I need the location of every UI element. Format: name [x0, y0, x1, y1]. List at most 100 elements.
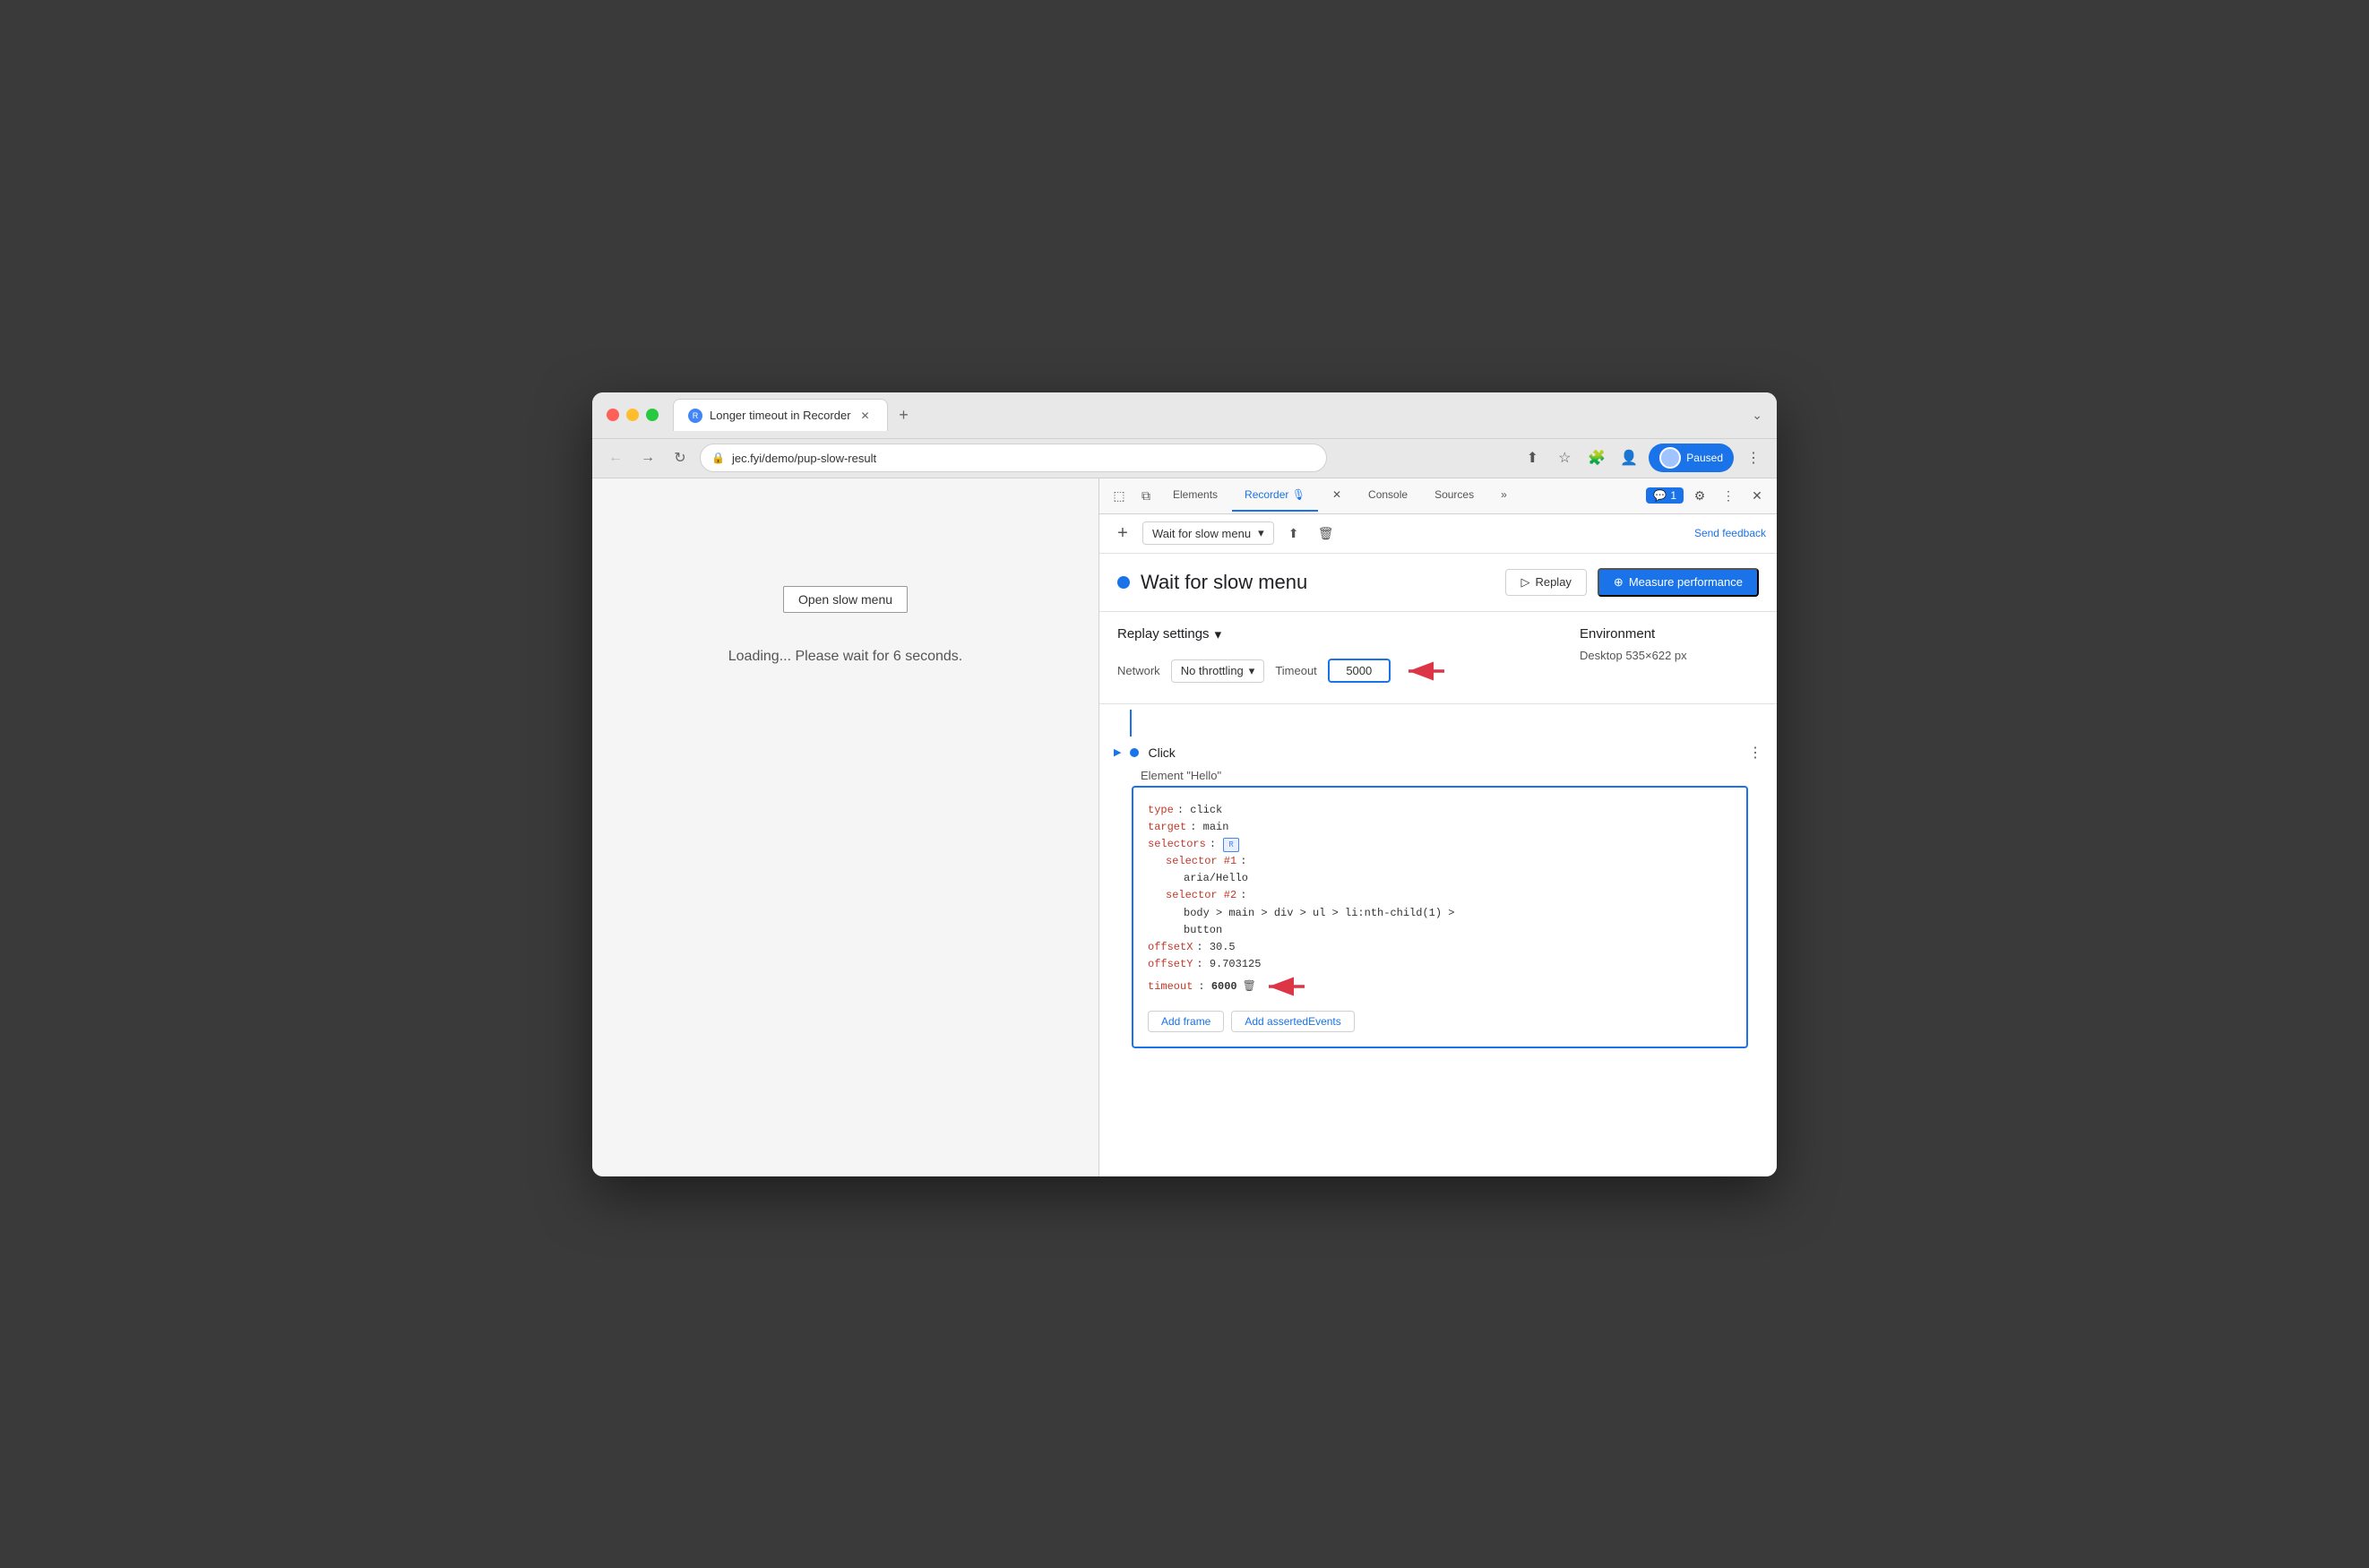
avatar [1659, 447, 1681, 469]
replay-button[interactable]: ▷ Replay [1505, 569, 1586, 596]
recording-selector-label: Wait for slow menu [1152, 527, 1251, 540]
delete-recording-icon[interactable]: 🗑 [1314, 521, 1339, 546]
address-bar-right: ⬆ ☆ 🧩 👤 Paused ⋮ [1520, 444, 1766, 472]
network-select[interactable]: No throttling ▾ [1171, 659, 1265, 683]
tab-console[interactable]: Console [1356, 479, 1420, 512]
code-selector2-line: selector #2 : [1148, 887, 1732, 904]
devtools-close-icon[interactable]: ✕ [1744, 483, 1770, 508]
tab-more[interactable]: » [1488, 479, 1520, 512]
code-selector2-val1-line: body > main > div > ul > li:nth-child(1)… [1148, 905, 1732, 922]
chevron-down-icon: ▾ [1258, 526, 1264, 540]
play-icon: ▷ [1520, 575, 1529, 590]
devtools-tab-bar: ⬚ ⧉ Elements Recorder 🎙 ✕ Console Source… [1099, 478, 1777, 514]
code-selector1-line: selector #1 : [1148, 853, 1732, 870]
code-offsetY-line: offsetY : 9.703125 [1148, 956, 1732, 973]
step-dot [1130, 748, 1139, 757]
recording-indicator [1117, 576, 1130, 589]
share-icon[interactable]: ⬆ [1520, 445, 1545, 470]
red-arrow-indicator [1401, 653, 1446, 689]
loading-text: Loading... Please wait for 6 seconds. [728, 649, 963, 665]
step-line [1130, 710, 1132, 737]
device-icon[interactable]: ⧉ [1133, 483, 1159, 508]
environment-section: Environment Desktop 535×622 px [1580, 626, 1759, 689]
step-connector-area [1099, 704, 1777, 737]
paused-label: Paused [1686, 452, 1723, 464]
selector-icon: R [1223, 838, 1239, 852]
settings-icon[interactable]: ⚙ [1687, 483, 1712, 508]
code-actions: Add frame Add assertedEvents [1148, 1011, 1732, 1032]
page-area: Open slow menu Loading... Please wait fo… [592, 478, 1098, 1176]
forward-button[interactable]: → [635, 445, 660, 470]
code-timeout-line: timeout : 6000 🗑 [1148, 973, 1732, 1000]
measure-icon: ⊕ [1614, 575, 1624, 590]
tab-title: Longer timeout in Recorder [710, 409, 851, 422]
export-icon[interactable]: ⬆ [1281, 521, 1306, 546]
recorder-toolbar-right: Send feedback [1694, 527, 1766, 539]
window-chevron-icon[interactable]: ⌄ [1752, 408, 1762, 423]
step-header: ▶ Click ⋮ [1114, 737, 1762, 769]
maximize-traffic-light[interactable] [646, 409, 659, 421]
bookmark-icon[interactable]: ☆ [1552, 445, 1577, 470]
tab-close-button[interactable]: ✕ [858, 409, 873, 423]
back-button[interactable]: ← [603, 445, 628, 470]
network-select-chevron: ▾ [1249, 664, 1255, 678]
network-select-value: No throttling [1181, 664, 1244, 677]
tab-close-recorder[interactable]: ✕ [1320, 479, 1354, 512]
code-type-line: type : click [1148, 802, 1732, 819]
minimize-traffic-light[interactable] [626, 409, 639, 421]
send-feedback-link[interactable]: Send feedback [1694, 527, 1766, 539]
url-bar[interactable]: 🔒 jec.fyi/demo/pup-slow-result [700, 444, 1327, 472]
add-recording-button[interactable]: + [1110, 521, 1135, 546]
step-more-icon[interactable]: ⋮ [1748, 744, 1762, 762]
menu-icon[interactable]: ⋮ [1741, 445, 1766, 470]
tab-bar: R Longer timeout in Recorder ✕ + [673, 399, 1744, 431]
step-line-top [1117, 704, 1759, 737]
notification-button[interactable]: 💬 1 [1646, 487, 1684, 504]
env-value: Desktop 535×622 px [1580, 649, 1759, 662]
tab-elements[interactable]: Elements [1160, 479, 1230, 512]
red-arrow-timeout-indicator [1262, 973, 1306, 1000]
code-target-line: target : main [1148, 819, 1732, 836]
timeout-input[interactable] [1328, 659, 1391, 683]
delete-timeout-icon[interactable]: 🗑 [1243, 978, 1256, 995]
devtools-header-icons: 💬 1 ⚙ ⋮ ✕ [1646, 483, 1770, 508]
replay-settings-section: Replay settings ▾ Network No throttling … [1099, 612, 1777, 704]
lock-icon: 🔒 [711, 452, 725, 464]
replay-settings-left: Replay settings ▾ Network No throttling … [1117, 626, 1544, 689]
close-traffic-light[interactable] [607, 409, 619, 421]
open-slow-menu-button[interactable]: Open slow menu [783, 586, 908, 613]
step-sub-label: Element "Hello" [1132, 769, 1762, 782]
address-bar: ← → ↻ 🔒 jec.fyi/demo/pup-slow-result ⬆ ☆… [592, 439, 1777, 478]
recording-title: Wait for slow menu [1141, 571, 1307, 594]
settings-chevron-icon: ▾ [1215, 626, 1222, 642]
code-block: type : click target : main selectors : R [1132, 786, 1748, 1049]
measure-performance-button[interactable]: ⊕ Measure performance [1598, 568, 1759, 597]
paused-button[interactable]: Paused [1649, 444, 1734, 472]
traffic-lights [607, 409, 659, 421]
browser-window: R Longer timeout in Recorder ✕ + ⌄ ← → ↻… [592, 392, 1777, 1176]
tab-recorder[interactable]: Recorder 🎙 [1232, 479, 1318, 512]
devtools-panel: ⬚ ⧉ Elements Recorder 🎙 ✕ Console Source… [1098, 478, 1777, 1176]
url-text: jec.fyi/demo/pup-slow-result [732, 452, 876, 465]
code-selector1-val-line: aria/Hello [1148, 870, 1732, 887]
recorder-toolbar: + Wait for slow menu ▾ ⬆ 🗑 Send feedback [1099, 514, 1777, 554]
add-frame-button[interactable]: Add frame [1148, 1011, 1224, 1032]
inspect-icon[interactable]: ⬚ [1107, 483, 1132, 508]
recording-selector[interactable]: Wait for slow menu ▾ [1142, 521, 1274, 545]
extension-icon[interactable]: 🧩 [1584, 445, 1609, 470]
browser-tab[interactable]: R Longer timeout in Recorder ✕ [673, 399, 888, 431]
step-name: Click [1148, 745, 1175, 760]
code-selectors-line: selectors : R [1148, 836, 1732, 853]
env-title: Environment [1580, 626, 1759, 642]
steps-area[interactable]: ▶ Click ⋮ Element "Hello" type : click [1099, 704, 1777, 1176]
step-item-click: ▶ Click ⋮ Element "Hello" type : click [1099, 737, 1777, 1067]
tab-sources[interactable]: Sources [1422, 479, 1486, 512]
add-asserted-events-button[interactable]: Add assertedEvents [1231, 1011, 1354, 1032]
reload-button[interactable]: ↻ [668, 445, 693, 470]
code-selector2-val2-line: button [1148, 922, 1732, 939]
devtools-more-icon[interactable]: ⋮ [1716, 483, 1741, 508]
settings-row: Network No throttling ▾ Timeout [1117, 653, 1544, 689]
profile-icon[interactable]: 👤 [1616, 445, 1641, 470]
step-expand-icon[interactable]: ▶ [1114, 746, 1121, 758]
new-tab-button[interactable]: + [892, 402, 917, 427]
